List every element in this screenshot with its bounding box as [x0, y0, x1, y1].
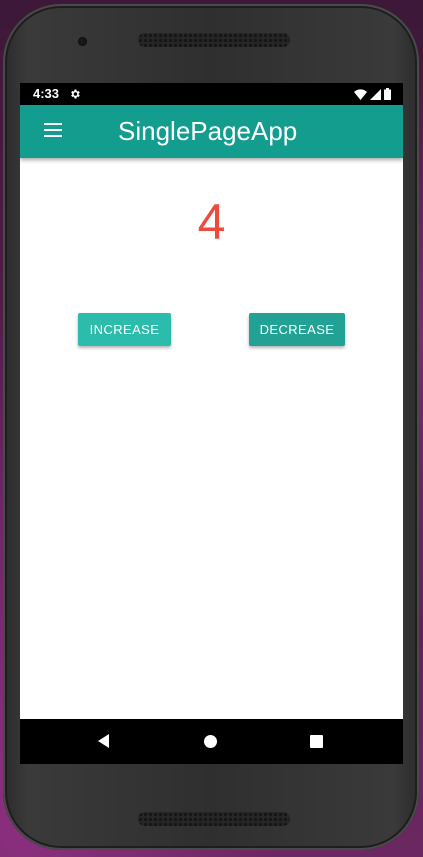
bottom-speaker-grille — [138, 812, 290, 826]
recents-icon[interactable] — [310, 735, 323, 748]
main-content: 4 INCREASE DECREASE — [20, 158, 403, 719]
decrease-button[interactable]: DECREASE — [249, 313, 345, 346]
wifi-icon — [354, 85, 367, 104]
status-bar: 4:33 — [20, 83, 403, 105]
counter-value: 4 — [197, 194, 226, 250]
battery-icon — [384, 85, 391, 104]
back-icon[interactable] — [98, 734, 109, 748]
hamburger-menu-icon[interactable] — [44, 123, 62, 137]
device-screen: 4:33 SinglePageApp 4 INCREASE DECREASE — [20, 83, 403, 764]
app-title: SinglePageApp — [118, 116, 298, 146]
top-speaker-grille — [138, 33, 290, 47]
cellular-signal-icon — [370, 85, 381, 104]
status-time: 4:33 — [33, 86, 60, 101]
settings-gear-icon — [71, 89, 80, 99]
status-icons — [351, 87, 391, 101]
increase-button[interactable]: INCREASE — [78, 313, 171, 346]
front-camera — [78, 37, 87, 46]
navigation-bar — [20, 719, 403, 764]
home-icon[interactable] — [204, 735, 217, 748]
app-toolbar: SinglePageApp — [20, 105, 403, 158]
